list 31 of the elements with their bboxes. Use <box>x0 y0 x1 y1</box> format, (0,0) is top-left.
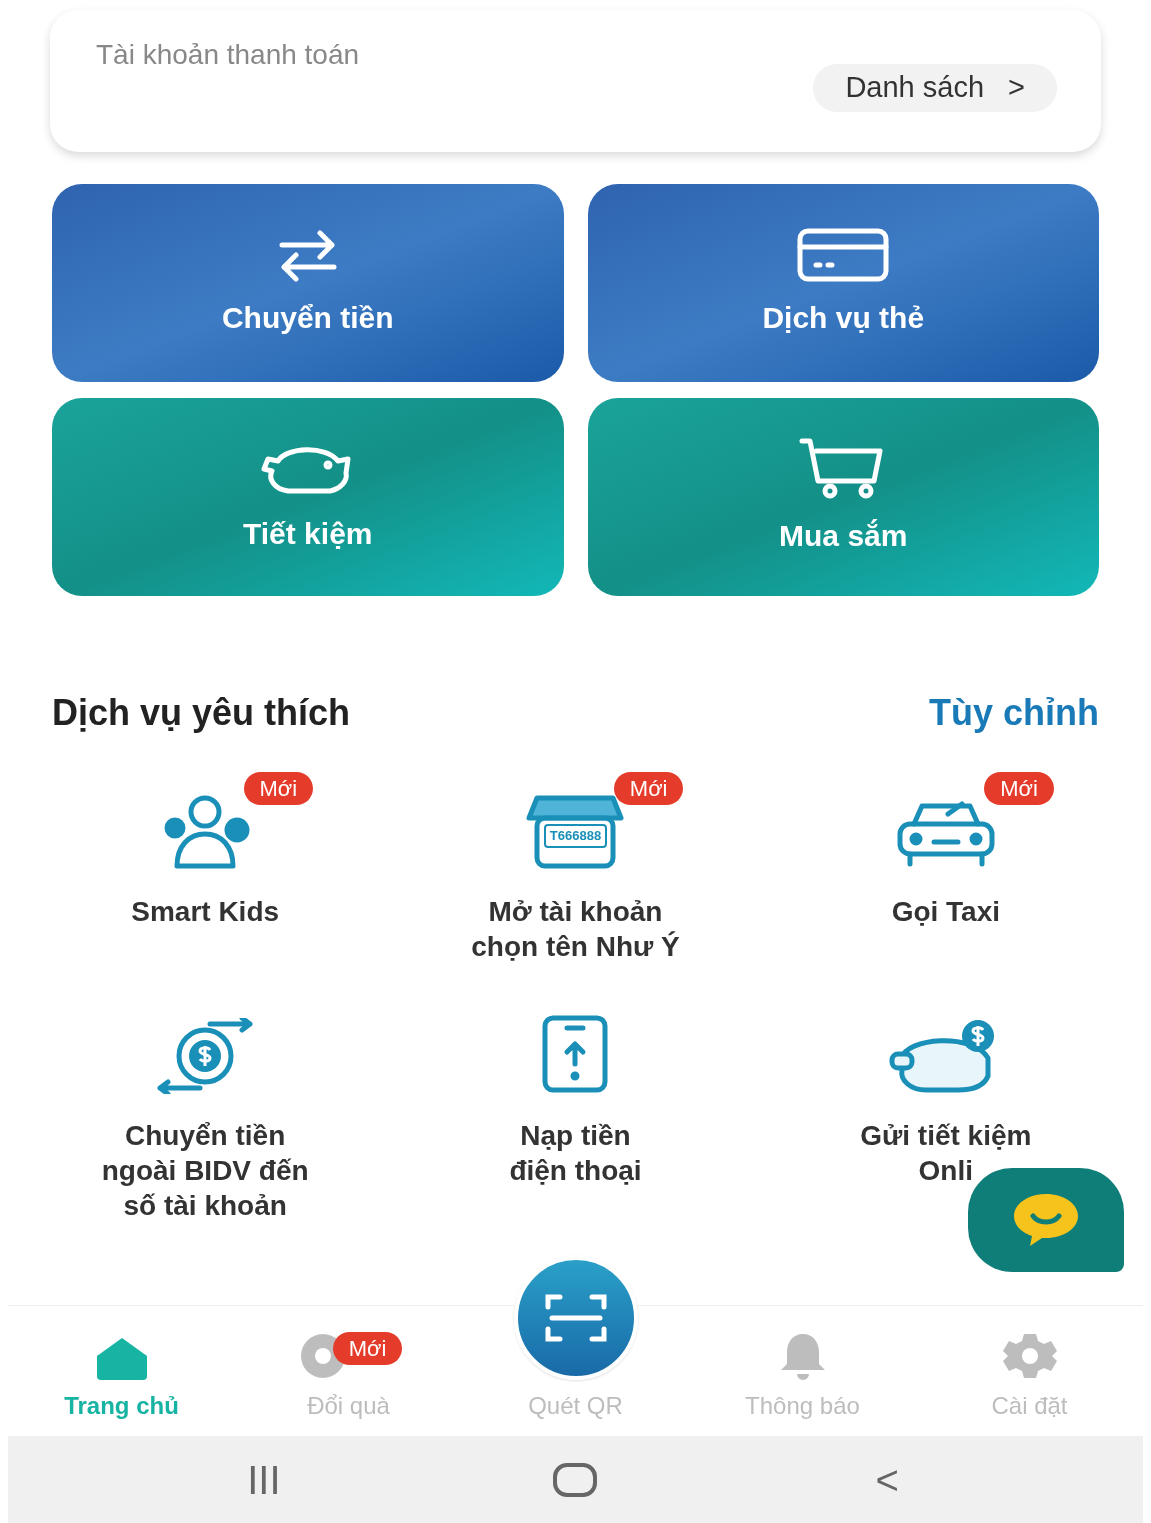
account-title: Tài khoản thanh toán <box>96 38 361 72</box>
new-badge: Mới <box>613 772 684 805</box>
service-label: Gửi tiết kiệm <box>860 1119 1032 1153</box>
service-tile[interactable]: Dịch vụ thẻ <box>587 184 1099 382</box>
chat-bubble-icon <box>1011 1192 1081 1248</box>
service-label: số tài khoản <box>123 1189 287 1223</box>
new-badge: Mới <box>243 772 314 805</box>
service-tile[interactable]: Chuyển tiền <box>52 184 564 382</box>
service-label: điện thoại <box>509 1154 642 1188</box>
customize-link[interactable]: Tùy chỉnh <box>929 686 1099 740</box>
recent-apps-button[interactable]: III <box>247 1449 281 1510</box>
service-label: Onli <box>918 1154 974 1188</box>
back-button[interactable]: < <box>875 1449 899 1510</box>
service-label: Mở tài khoản <box>488 895 663 929</box>
new-badge: Mới <box>984 772 1054 805</box>
new-badge: Mới <box>332 1332 403 1365</box>
list-button[interactable]: Danh sách > <box>813 64 1057 112</box>
home-button[interactable] <box>553 1462 598 1497</box>
nav-tab[interactable]: Trang chủ <box>8 1336 235 1424</box>
section-heading: Dịch vụ yêu thích <box>52 691 351 735</box>
service-label: Gọi Taxi <box>891 895 1000 929</box>
service-label: ngoài BIDV đến <box>101 1154 309 1188</box>
service-label: chọn tên Như Ý <box>471 930 680 964</box>
service-label: Nạp tiền <box>520 1119 631 1153</box>
service-tile[interactable]: Tiết kiệm <box>52 398 564 596</box>
card-icon <box>796 226 891 283</box>
service-tile[interactable]: Mua sắm <box>587 398 1099 596</box>
account-number-text: T666888 <box>543 824 608 848</box>
service-label: Chuyển tiền <box>125 1119 286 1153</box>
service-label: Smart Kids <box>131 895 280 929</box>
nav-tab[interactable]: Mới Đổi quà <box>235 1332 462 1424</box>
